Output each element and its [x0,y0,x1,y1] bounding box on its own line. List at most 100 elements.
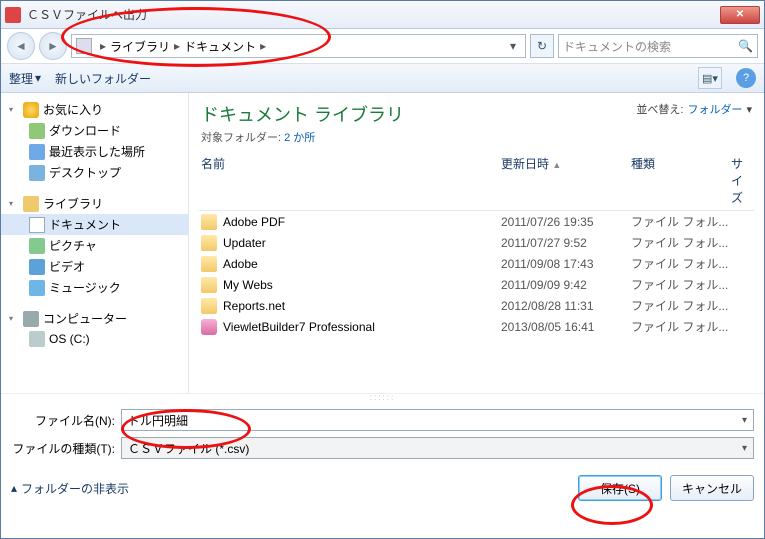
sidebar-item-recent[interactable]: 最近表示した場所 [1,141,188,162]
folder-icon [201,319,217,335]
save-button[interactable]: 保存(S) [578,475,662,501]
form-area: ファイル名(N): ドル円明細▾ ファイルの種類(T): ＣＳＶファイル (*.… [1,401,764,469]
refresh-button[interactable]: ↻ [530,34,554,58]
file-name: Updater [223,236,501,250]
document-icon [29,217,45,233]
back-button[interactable]: ◄ [7,32,35,60]
library-title: ドキュメント ライブラリ [201,101,404,127]
folder-icon [201,277,217,293]
picture-icon [29,238,45,254]
chevron-up-icon: ▴ [11,481,17,495]
file-type: ファイル フォル... [631,276,731,293]
sidebar-group-favorites[interactable]: ▾お気に入り [1,99,188,120]
chevron-right-icon: ▸ [100,39,106,53]
file-type: ファイル フォル... [631,234,731,251]
video-icon [29,259,45,275]
library-icon [23,196,39,212]
folder-icon [201,214,217,230]
forward-button[interactable]: ► [39,32,67,60]
folder-icon [201,298,217,314]
file-date: 2013/08/05 16:41 [501,320,631,334]
titlebar: ＣＳＶファイルへ出力 ✕ [1,1,764,29]
organize-menu[interactable]: 整理▾ [9,70,41,87]
chevron-down-icon: ▾ [9,199,19,208]
download-icon [29,123,45,139]
chevron-right-icon: ▸ [174,39,180,53]
footer: ▴フォルダーの非表示 保存(S) キャンセル [1,469,764,511]
col-type[interactable]: 種類 [631,155,731,206]
help-icon[interactable]: ? [736,68,756,88]
file-date: 2011/07/27 9:52 [501,236,631,250]
search-placeholder: ドキュメントの検索 [563,38,671,55]
file-date: 2011/09/09 9:42 [501,278,631,292]
chevron-down-icon: ▾ [746,103,752,116]
file-row[interactable]: Adobe PDF2011/07/26 19:35ファイル フォル... [199,211,754,232]
file-type: ファイル フォル... [631,213,731,230]
file-name: Adobe [223,257,501,271]
sidebar: ▾お気に入り ダウンロード 最近表示した場所 デスクトップ ▾ライブラリ ドキュ… [1,93,189,393]
file-row[interactable]: Updater2011/07/27 9:52ファイル フォル... [199,232,754,253]
file-row[interactable]: My Webs2011/09/09 9:42ファイル フォル... [199,274,754,295]
chevron-right-icon: ▸ [260,39,266,53]
desktop-icon [29,165,45,181]
filename-input[interactable]: ドル円明細▾ [121,409,754,431]
search-icon: 🔍 [738,39,753,53]
content-area: ドキュメント ライブラリ 対象フォルダー: 2 か所 並べ替え: フォルダー ▾… [189,93,764,393]
chevron-down-icon: ▾ [9,314,19,323]
breadcrumb-current[interactable]: ドキュメント [184,38,256,55]
sidebar-item-videos[interactable]: ビデオ [1,256,188,277]
file-list: Adobe PDF2011/07/26 19:35ファイル フォル...Upda… [199,211,754,337]
search-input[interactable]: ドキュメントの検索 🔍 [558,34,758,58]
app-icon [5,7,21,23]
sidebar-item-music[interactable]: ミュージック [1,277,188,298]
library-subtitle: 対象フォルダー: 2 か所 [201,129,404,145]
file-date: 2011/09/08 17:43 [501,257,631,271]
close-icon[interactable]: ✕ [720,6,760,24]
resize-gripper[interactable]: :::::: [1,393,764,401]
drive-icon [29,331,45,347]
view-mode-button[interactable]: ▤▾ [698,67,722,89]
music-icon [29,280,45,296]
col-size[interactable]: サイズ [731,155,752,206]
sidebar-item-os-c[interactable]: OS (C:) [1,329,188,349]
file-name: Adobe PDF [223,215,501,229]
recent-icon [29,144,45,160]
file-type: ファイル フォル... [631,318,731,335]
breadcrumb[interactable]: ▸ ライブラリ ▸ ドキュメント ▸ ▾ [71,34,526,58]
file-name: My Webs [223,278,501,292]
col-name[interactable]: 名前 [201,155,501,206]
cancel-button[interactable]: キャンセル [670,475,754,501]
col-date[interactable]: 更新日時 ▲ [501,155,631,206]
folder-icon [201,256,217,272]
sidebar-item-desktop[interactable]: デスクトップ [1,162,188,183]
file-type: ファイル フォル... [631,297,731,314]
hide-folders-toggle[interactable]: ▴フォルダーの非表示 [11,480,129,497]
file-name: Reports.net [223,299,501,313]
sidebar-group-libraries[interactable]: ▾ライブラリ [1,193,188,214]
file-row[interactable]: Reports.net2012/08/28 11:31ファイル フォル... [199,295,754,316]
breadcrumb-root[interactable]: ライブラリ [110,38,170,55]
file-date: 2011/07/26 19:35 [501,215,631,229]
toolbar: 整理▾ 新しいフォルダー ▤▾ ? [1,63,764,93]
library-locations-link[interactable]: 2 か所 [284,132,315,144]
chevron-down-icon[interactable]: ▾ [505,39,521,53]
chevron-down-icon: ▾ [9,105,19,114]
file-name: ViewletBuilder7 Professional [223,320,501,334]
filetype-select[interactable]: ＣＳＶファイル (*.csv)▾ [121,437,754,459]
chevron-down-icon[interactable]: ▾ [742,415,747,426]
file-row[interactable]: Adobe2011/09/08 17:43ファイル フォル... [199,253,754,274]
chevron-down-icon: ▾ [35,71,41,85]
new-folder-button[interactable]: 新しいフォルダー [55,70,151,87]
save-dialog: ＣＳＶファイルへ出力 ✕ ◄ ► ▸ ライブラリ ▸ ドキュメント ▸ ▾ ↻ … [0,0,765,539]
file-row[interactable]: ViewletBuilder7 Professional2013/08/05 1… [199,316,754,337]
star-icon [23,102,39,118]
sidebar-item-pictures[interactable]: ピクチャ [1,235,188,256]
sidebar-item-downloads[interactable]: ダウンロード [1,120,188,141]
folder-icon [76,38,92,54]
chevron-down-icon: ▾ [742,443,747,454]
file-date: 2012/08/28 11:31 [501,299,631,313]
sidebar-item-documents[interactable]: ドキュメント [1,214,188,235]
sidebar-group-computer[interactable]: ▾コンピューター [1,308,188,329]
sort-control[interactable]: 並べ替え: フォルダー ▾ [636,101,752,117]
sort-asc-icon: ▲ [552,160,561,170]
